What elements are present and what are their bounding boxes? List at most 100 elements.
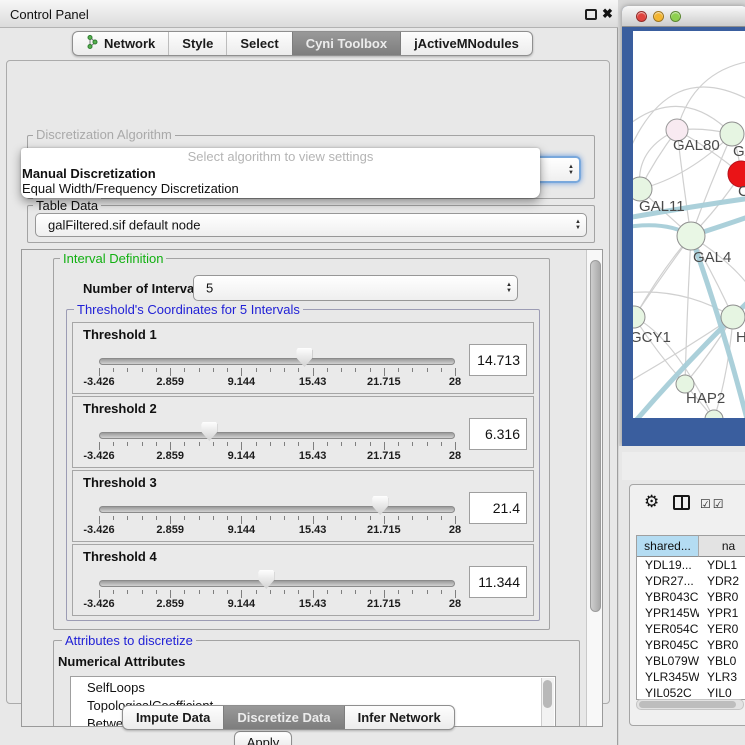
table-cell: YER0 xyxy=(699,621,745,637)
network-node-label: GAL11 xyxy=(639,198,685,215)
control-panel-window: Control Panel ✖ Network StyleSelect Cyni T… xyxy=(0,0,618,745)
table-cell: YBR0 xyxy=(699,637,745,653)
algorithm-option[interactable]: Manual Discretization xyxy=(21,166,540,181)
tick-label: 15.43 xyxy=(299,376,327,388)
threshold-value-field[interactable]: 11.344 xyxy=(469,566,527,598)
network-window-titlebar[interactable] xyxy=(622,6,745,27)
table-row[interactable]: YPR145WYPR1 xyxy=(637,605,745,621)
tab-style[interactable]: Style xyxy=(168,32,226,55)
split-columns-icon[interactable] xyxy=(673,495,690,510)
threshold-slider-track[interactable] xyxy=(99,432,455,439)
threshold-value-field[interactable]: 6.316 xyxy=(469,418,527,450)
close-icon[interactable]: ✖ xyxy=(602,6,613,22)
slider-tick-labels: -3.4262.8599.14415.4321.71528 xyxy=(99,376,455,390)
tab-jactivemnodules[interactable]: jActiveMNodules xyxy=(400,32,532,55)
network-node-h[interactable] xyxy=(721,305,745,329)
table-data-combobox-value: galFiltered.sif default node xyxy=(48,218,200,233)
tab-cyni-toolbox[interactable]: Cyni Toolbox xyxy=(292,32,400,55)
table-row[interactable]: YBR043CYBR0 xyxy=(637,589,745,605)
table-cell: YDR2 xyxy=(699,573,745,589)
table-panel-titlebar: Table Panel xyxy=(622,452,745,480)
table-data-combobox[interactable]: galFiltered.sif default node ▲▼ xyxy=(35,213,587,237)
discretization-algorithm-label: Discretization Algorithm xyxy=(33,127,175,142)
control-panel-titlebar: Control Panel ✖ xyxy=(0,0,618,28)
table-cell: YDR27... xyxy=(637,573,699,589)
threshold-value-field[interactable]: 21.4 xyxy=(469,492,527,524)
number-of-intervals-value: 5 xyxy=(206,281,213,296)
table-row[interactable]: YBR045CYBR0 xyxy=(637,637,745,653)
settings-vertical-scrollbar[interactable] xyxy=(586,250,603,726)
network-node-label: C xyxy=(738,183,745,200)
tab-label: Impute Data xyxy=(136,710,210,725)
checkbox-columns-icon[interactable]: ☑☑ xyxy=(700,497,726,511)
table-cell: YBR043C xyxy=(637,589,699,605)
table-column-header-2[interactable]: na xyxy=(699,536,745,557)
close-light[interactable] xyxy=(636,11,647,22)
float-window-icon[interactable] xyxy=(585,9,597,20)
network-canvas[interactable]: GAL80GACGAL11GAL4GCY1HHAP2 xyxy=(633,31,745,418)
table-cell: YBL0 xyxy=(699,653,745,669)
apply-button[interactable]: Apply xyxy=(234,731,292,745)
tick-label: 2.859 xyxy=(156,524,184,536)
tick-label: 21.715 xyxy=(367,450,401,462)
control-panel-title: Control Panel xyxy=(10,7,89,22)
threshold-slider-track[interactable] xyxy=(99,506,455,513)
tick-label: 9.144 xyxy=(228,524,256,536)
algorithm-option[interactable]: Equal Width/Frequency Discretization xyxy=(21,181,540,196)
network-node-gal4[interactable] xyxy=(677,222,705,250)
cyni-bottom-tabstrip: Impute Data Discretize DataInfer Network xyxy=(122,705,455,730)
combobox-stepper-icon[interactable]: ▲▼ xyxy=(568,164,574,176)
network-node-label: GCY1 xyxy=(633,329,671,346)
tab-label: Cyni Toolbox xyxy=(306,36,387,51)
attributes-list-scrollbar[interactable] xyxy=(541,678,554,727)
tab-select[interactable]: Select xyxy=(226,32,291,55)
zoom-light[interactable] xyxy=(670,11,681,22)
tab-infer-network[interactable]: Infer Network xyxy=(344,706,454,729)
tab-network[interactable]: Network xyxy=(73,32,168,55)
table-cell: YER054C xyxy=(637,621,699,637)
algorithm-placeholder-option[interactable]: Select algorithm to view settings xyxy=(21,148,540,166)
algorithm-options: Manual DiscretizationEqual Width/Frequen… xyxy=(21,166,540,196)
combobox-stepper-icon[interactable]: ▲▼ xyxy=(506,282,512,294)
table-cell: YLR3 xyxy=(699,669,745,685)
table-horizontal-scrollbar-thumb[interactable] xyxy=(639,701,736,708)
table-column-header-1[interactable]: shared... xyxy=(637,536,699,557)
tab-discretize-data[interactable]: Discretize Data xyxy=(223,706,343,729)
tab-impute-data[interactable]: Impute Data xyxy=(123,706,223,729)
network-node-label: GAL80 xyxy=(673,137,720,154)
threshold-slider-track[interactable] xyxy=(99,580,455,587)
minimize-light[interactable] xyxy=(653,11,664,22)
table-horizontal-scrollbar[interactable] xyxy=(636,699,744,710)
network-node-label: GAL4 xyxy=(693,249,731,266)
table-row[interactable]: YBL079WYBL0 xyxy=(637,653,745,669)
attribute-list-item[interactable]: SelfLoops xyxy=(87,679,555,697)
spinner-down-icon: ▼ xyxy=(506,288,512,294)
network-node-gcy1[interactable] xyxy=(633,306,645,328)
tick-label: 9.144 xyxy=(228,376,256,388)
threshold-value-field[interactable]: 14.713 xyxy=(469,344,527,376)
table-row[interactable]: YLR345WYLR3 xyxy=(637,669,745,685)
table-row[interactable]: YDL19...YDL1 xyxy=(637,557,745,573)
tick-label: 15.43 xyxy=(299,598,327,610)
node-attribute-table: shared...naYDL19...YDL1YDR27...YDR2YBR04… xyxy=(636,535,745,700)
tab-label: Network xyxy=(104,36,155,51)
attributes-list-scrollbar-thumb[interactable] xyxy=(543,680,552,708)
thresholds-group-label: Threshold's Coordinates for 5 Intervals xyxy=(74,302,303,317)
tick-label: 21.715 xyxy=(367,524,401,536)
table-data-label: Table Data xyxy=(33,198,101,213)
table-row[interactable]: YER054CYER0 xyxy=(637,621,745,637)
settings-vertical-scrollbar-thumb[interactable] xyxy=(590,260,601,612)
number-of-intervals-combobox[interactable]: 5 ▲▼ xyxy=(193,275,518,301)
spinner-down-icon: ▼ xyxy=(568,170,574,176)
threshold-panel-4: Threshold 4-3.4262.8599.14415.4321.71528… xyxy=(72,544,534,616)
combobox-stepper-icon[interactable]: ▲▼ xyxy=(575,219,581,231)
tick-label: 28 xyxy=(449,598,461,610)
algorithm-dropdown-popup: Select algorithm to view settings Manual… xyxy=(21,148,540,198)
threshold-slider-track[interactable] xyxy=(99,358,455,365)
tick-label: 21.715 xyxy=(367,376,401,388)
table-panel-window: ⚙ ☑☑ shared...naYDL19...YDL1YDR27...YDR2… xyxy=(629,484,745,726)
gear-icon[interactable]: ⚙ xyxy=(644,492,659,512)
tick-label: 28 xyxy=(449,376,461,388)
settings-scrollpane: Interval Definition Number of Intervals … xyxy=(21,249,603,727)
table-row[interactable]: YDR27...YDR2 xyxy=(637,573,745,589)
